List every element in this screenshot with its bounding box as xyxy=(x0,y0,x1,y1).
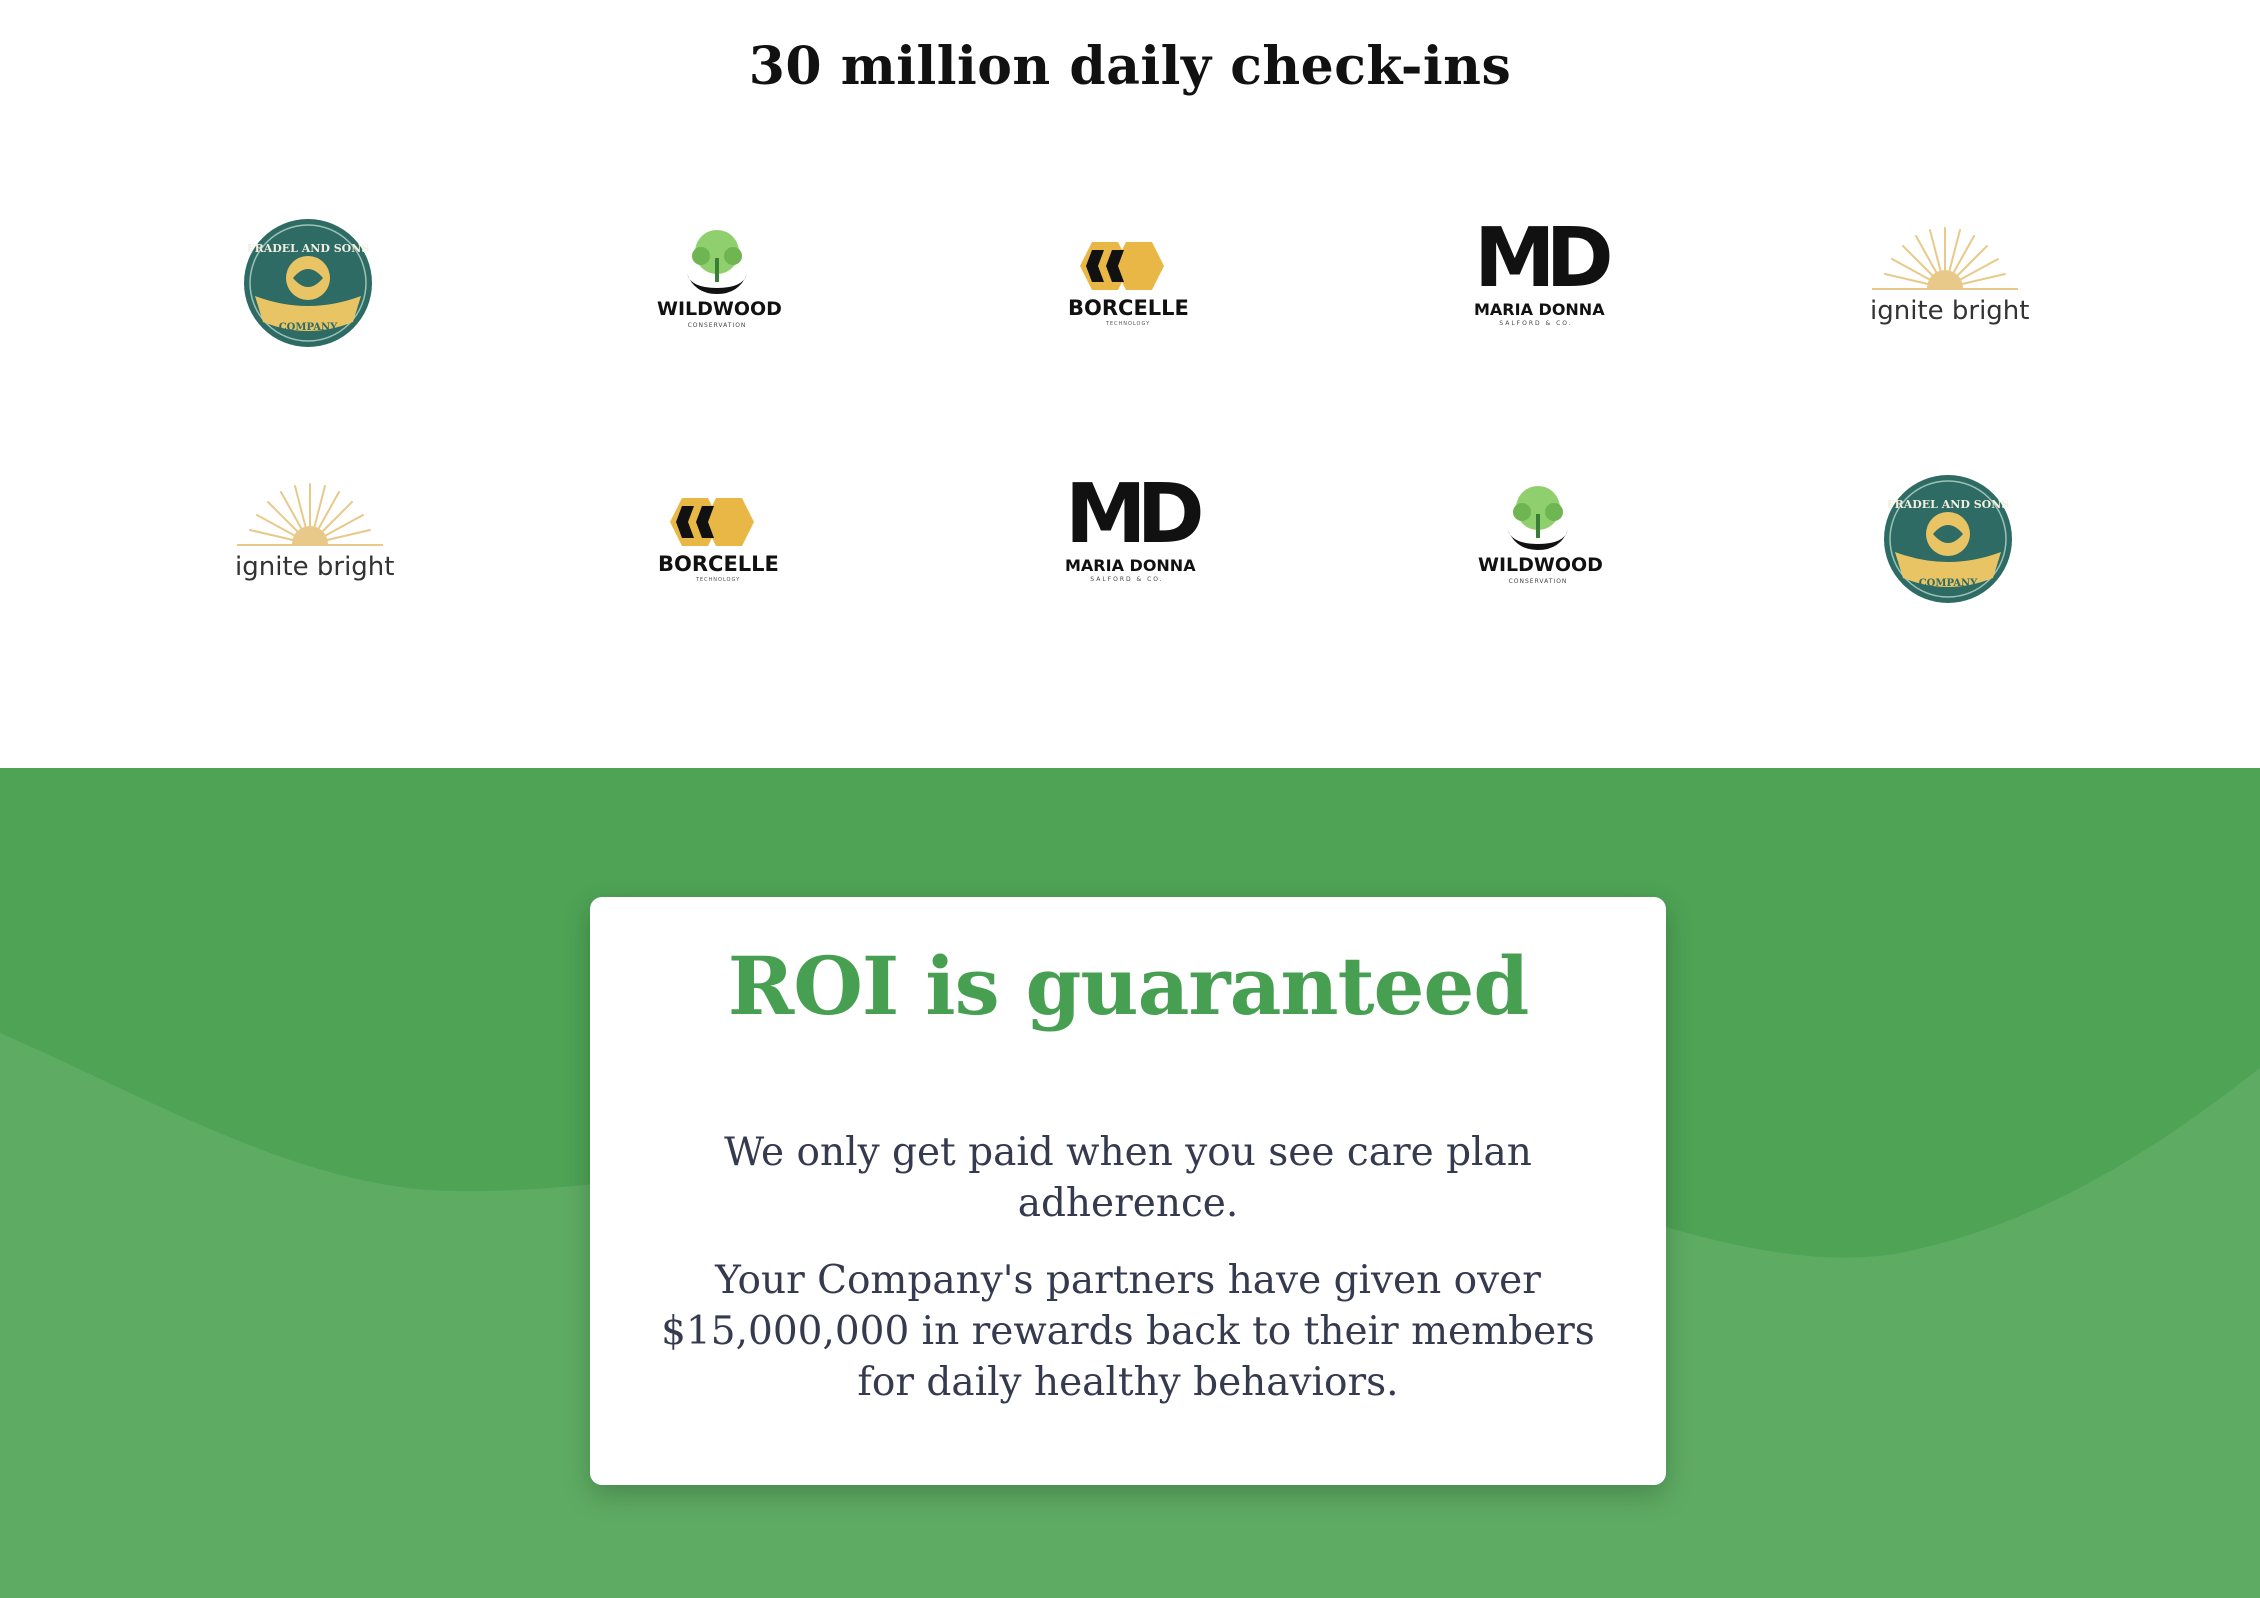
logo-ignite-bright-2: ignite bright xyxy=(235,482,395,592)
borcelle-name-text: BORCELLE xyxy=(1068,296,1189,320)
borcelle-sub-text: TECHNOLOGY xyxy=(1105,321,1151,327)
roi-paragraph-1: We only get paid when you see care plan … xyxy=(724,1130,1532,1226)
roi-card: ROI is guaranteed We only get paid when … xyxy=(590,897,1666,1485)
logo-maria-donna-2: MD MARIA DONNA SALFORD & CO. xyxy=(1065,474,1205,586)
wildwood-tree-icon xyxy=(687,230,747,294)
maria-donna-mark-text: MD xyxy=(1065,467,1205,562)
sunburst-icon xyxy=(237,483,383,546)
borcelle-name-text: BORCELLE xyxy=(658,552,779,576)
logo-borcelle-2: BORCELLE TECHNOLOGY xyxy=(658,494,779,584)
sunburst-icon xyxy=(1872,227,2018,290)
page-headline: 30 million daily check-ins xyxy=(748,36,1512,97)
borcelle-sub-text: TECHNOLOGY xyxy=(695,577,741,583)
logo-ignite-bright: ignite bright xyxy=(1870,226,2030,336)
roi-paragraph-2: Your Company's partners have given over … xyxy=(661,1258,1595,1405)
maria-donna-sub-text: SALFORD & CO. xyxy=(1090,576,1164,583)
maria-donna-name-text: MARIA DONNA xyxy=(1474,300,1605,319)
borcelle-hexagon-icon xyxy=(670,498,754,546)
logo-borcelle: BORCELLE TECHNOLOGY xyxy=(1068,238,1189,328)
fradel-seal-icon: FRADEL AND SONS COMPANY xyxy=(1884,475,2012,603)
wildwood-sub-text: CONSERVATION xyxy=(1508,578,1568,585)
logo-wildwood: WILDWOOD CONSERVATION xyxy=(657,228,782,338)
partner-logo-grid: FRADEL AND SONS COMPANY WILDWOOD CONSERV… xyxy=(0,190,2260,650)
ignite-bright-name-text: ignite bright xyxy=(235,552,395,582)
logo-wildwood-2: WILDWOOD CONSERVATION xyxy=(1478,484,1603,594)
maria-donna-sub-text: SALFORD & CO. xyxy=(1499,320,1573,327)
fradel-line2-text: COMPANY xyxy=(279,322,338,333)
wildwood-name-text: WILDWOOD xyxy=(1478,554,1603,576)
logo-fradel-and-sons: FRADEL AND SONS COMPANY xyxy=(243,218,373,348)
fradel-line1-text: FRADEL AND SONS xyxy=(1887,498,2010,511)
borcelle-hexagon-icon xyxy=(1080,242,1164,290)
maria-donna-name-text: MARIA DONNA xyxy=(1065,556,1196,575)
logo-fradel-and-sons-2: FRADEL AND SONS COMPANY xyxy=(1883,474,2013,604)
fradel-line2-text: COMPANY xyxy=(1919,578,1978,589)
roi-title: ROI is guaranteed xyxy=(727,939,1530,1033)
ignite-bright-name-text: ignite bright xyxy=(1870,296,2030,326)
wildwood-name-text: WILDWOOD xyxy=(657,298,782,320)
wildwood-tree-icon xyxy=(1508,486,1568,550)
fradel-line1-text: FRADEL AND SONS xyxy=(247,242,370,255)
logo-maria-donna: MD MARIA DONNA SALFORD & CO. xyxy=(1474,218,1614,330)
fradel-seal-icon: FRADEL AND SONS COMPANY xyxy=(244,219,372,347)
wildwood-sub-text: CONSERVATION xyxy=(687,322,747,329)
maria-donna-mark-text: MD xyxy=(1474,211,1614,306)
